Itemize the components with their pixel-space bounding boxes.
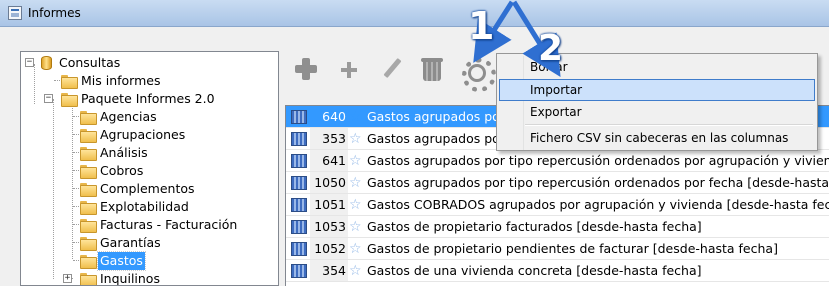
menu-item-exportar[interactable]: Exportar xyxy=(499,101,815,123)
favorite-star-icon[interactable]: ☆ xyxy=(349,106,362,128)
folder-icon xyxy=(80,255,97,269)
menu-separator xyxy=(525,124,813,126)
favorite-star-icon[interactable]: ☆ xyxy=(349,172,362,194)
tree-item-garantias[interactable]: Garantías xyxy=(21,234,271,252)
tree-item-analisis[interactable]: Análisis xyxy=(21,144,271,162)
report-description: Gastos agrupados por tipo repercusión or… xyxy=(367,175,829,190)
report-icon xyxy=(291,242,307,256)
tree-item-label: Complementos xyxy=(100,181,195,196)
tree-item-facturas[interactable]: Facturas - Facturación xyxy=(21,216,271,234)
settings-icon[interactable] xyxy=(459,55,496,92)
report-number: 353 xyxy=(322,131,346,146)
report-icon xyxy=(291,176,307,190)
tree-item-label: Paquete Informes 2.0 xyxy=(81,91,215,106)
report-description: Gastos de propietario pendientes de fact… xyxy=(367,241,778,256)
report-number: 354 xyxy=(322,263,346,278)
list-item[interactable]: 1051 ☆ Gastos COBRADOS agrupados por agr… xyxy=(286,194,829,216)
favorite-star-icon[interactable]: ☆ xyxy=(349,260,362,282)
reports-tree[interactable]: − Consultas Mis informes − Paquete Infor… xyxy=(20,51,279,286)
report-icon xyxy=(291,198,307,212)
folder-icon xyxy=(80,219,97,233)
report-icon xyxy=(291,220,307,234)
collapse-icon[interactable]: − xyxy=(25,58,34,67)
tree-item-label: Cobros xyxy=(100,163,144,178)
tree-item-cobros[interactable]: Cobros xyxy=(21,162,271,180)
folder-icon xyxy=(61,75,78,89)
tree-item-label: Garantías xyxy=(100,235,161,250)
menu-item-fichero-csv[interactable]: Fichero CSV sin cabeceras en las columna… xyxy=(499,127,815,149)
folder-icon xyxy=(80,147,97,161)
menu-item-importar[interactable]: Importar xyxy=(499,79,815,101)
report-number: 641 xyxy=(322,153,346,168)
tree-item-consultas[interactable]: − Consultas xyxy=(21,54,271,72)
folder-icon xyxy=(61,93,78,107)
step-number-2: 2 xyxy=(538,28,564,69)
report-number: 1053 xyxy=(314,219,346,234)
favorite-star-icon[interactable]: ☆ xyxy=(349,238,362,260)
favorite-star-icon[interactable]: ☆ xyxy=(349,216,362,238)
edit-icon[interactable] xyxy=(377,55,407,85)
new-icon[interactable] xyxy=(335,55,365,85)
tree-item-mis-informes[interactable]: Mis informes xyxy=(21,72,271,90)
tree-item-label: Análisis xyxy=(100,145,148,160)
list-item[interactable]: 1052 ☆ Gastos de propietario pendientes … xyxy=(286,238,829,260)
report-description: Gastos agrupados por xyxy=(367,109,505,124)
folder-icon xyxy=(80,111,97,125)
list-item[interactable]: 1053 ☆ Gastos de propietario facturados … xyxy=(286,216,829,238)
tree-item-complementos[interactable]: Complementos xyxy=(21,180,271,198)
tree-item-agencias[interactable]: Agencias xyxy=(21,108,271,126)
report-description: Gastos agrupados por tipo repercusión or… xyxy=(367,153,829,168)
tree-item-label: Agrupaciones xyxy=(100,127,186,142)
tree-item-label: Mis informes xyxy=(81,73,161,88)
delete-icon[interactable] xyxy=(417,55,447,85)
report-number: 640 xyxy=(322,109,346,124)
report-description: Gastos de propietario facturados [desde-… xyxy=(367,219,702,234)
step-number-1: 1 xyxy=(468,4,495,48)
collapse-icon[interactable]: − xyxy=(44,94,53,103)
tree-item-label: Agencias xyxy=(100,109,157,124)
report-number: 1051 xyxy=(314,197,346,212)
tree-item-label: Consultas xyxy=(59,55,121,70)
report-number: 1050 xyxy=(314,175,346,190)
report-icon xyxy=(291,110,307,124)
folder-icon xyxy=(80,201,97,215)
tree-item-label: Gastos xyxy=(97,251,146,271)
tree-item-label: Inquilinos xyxy=(100,271,160,286)
tree-item-label: Facturas - Facturación xyxy=(100,217,238,232)
report-icon xyxy=(291,154,307,168)
folder-icon xyxy=(80,183,97,197)
tree-item-gastos[interactable]: Gastos xyxy=(21,251,271,271)
add-icon[interactable] xyxy=(293,55,323,85)
report-description: Gastos de una vivienda concreta [desde-h… xyxy=(367,263,702,278)
list-item[interactable]: 354 ☆ Gastos de una vivienda concreta [d… xyxy=(286,260,829,282)
expand-icon[interactable]: + xyxy=(63,274,72,283)
favorite-star-icon[interactable]: ☆ xyxy=(349,150,362,172)
window-title: Informes xyxy=(28,6,81,20)
list-item[interactable]: 1050 ☆ Gastos agrupados por tipo repercu… xyxy=(286,172,829,194)
tree-item-paquete-informes[interactable]: − Paquete Informes 2.0 xyxy=(21,90,271,108)
list-item[interactable]: 641 ☆ Gastos agrupados por tipo repercus… xyxy=(286,150,829,172)
report-description: Gastos COBRADOS agrupados por agrupación… xyxy=(367,197,829,212)
window-icon xyxy=(8,6,22,20)
tree-item-agrupaciones[interactable]: Agrupaciones xyxy=(21,126,271,144)
report-number: 1052 xyxy=(314,241,346,256)
folder-icon xyxy=(80,237,97,251)
folder-icon xyxy=(80,165,97,179)
tree-item-label: Explotabilidad xyxy=(100,199,189,214)
folder-icon xyxy=(80,129,97,143)
report-icon xyxy=(291,264,307,278)
tree-item-explotabilidad[interactable]: Explotabilidad xyxy=(21,198,271,216)
favorite-star-icon[interactable]: ☆ xyxy=(349,128,362,150)
title-bar: Informes xyxy=(0,0,829,27)
database-icon xyxy=(41,56,52,70)
report-icon xyxy=(291,132,307,146)
tree-item-inquilinos[interactable]: + Inquilinos xyxy=(21,270,271,286)
report-description: Gastos agrupados por xyxy=(367,131,505,146)
favorite-star-icon[interactable]: ☆ xyxy=(349,194,362,216)
folder-icon xyxy=(80,273,97,285)
